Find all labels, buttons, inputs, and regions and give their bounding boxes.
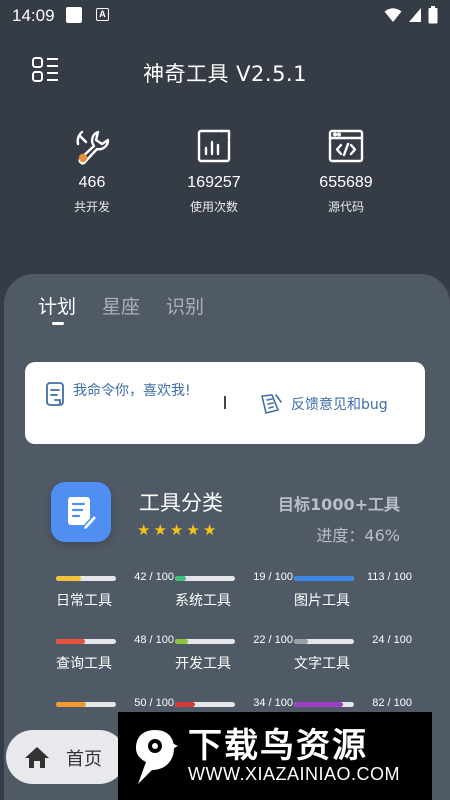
category-name: 系统工具: [175, 593, 231, 609]
progress-bar: [56, 639, 116, 644]
watermark-title: 下载鸟资源: [188, 726, 368, 766]
progress-bar-fill: [56, 576, 82, 581]
square-icon: [66, 7, 82, 23]
star-icon: ★: [153, 521, 167, 539]
goal-text: 目标1000+工具: [278, 495, 400, 514]
divider: [224, 396, 226, 409]
notice-right-text: 反馈意见和bug: [291, 397, 388, 413]
battery-icon: [428, 6, 438, 24]
home-icon: [25, 747, 49, 768]
progress-bar: [175, 576, 235, 581]
stat-source-code[interactable]: 655689 源代码: [281, 126, 411, 215]
signal-icon: [409, 8, 421, 22]
category-count: 50 / 100: [134, 697, 174, 709]
stat-value: 655689: [319, 174, 373, 191]
bird-logo-icon: [136, 730, 178, 784]
category-name: 图片工具: [294, 593, 350, 609]
progress-bar-fill: [175, 639, 189, 644]
progress-bar-fill: [294, 702, 344, 707]
document-icon: [46, 382, 64, 406]
progress-bar-fill: [56, 639, 85, 644]
progress-bar: [294, 639, 354, 644]
status-bar: 14:09 A: [0, 0, 450, 32]
progress-bar-fill: [56, 702, 86, 707]
app-title: 神奇工具 V2.5.1: [143, 62, 307, 86]
nav-home[interactable]: 首页: [6, 730, 126, 784]
a-icon: A: [96, 8, 109, 21]
wifi-icon: [384, 8, 402, 22]
progress-bar: [56, 576, 116, 581]
stat-value: 466: [78, 174, 106, 191]
category-count: 24 / 100: [372, 634, 412, 646]
stat-label: 共开发: [73, 200, 110, 214]
category-title: 工具分类: [139, 491, 223, 515]
star-icon: ★: [137, 521, 151, 539]
category-count: 82 / 100: [372, 697, 412, 709]
star-icon: ★: [186, 521, 200, 539]
home-label: 首页: [66, 749, 102, 770]
rating-stars: ★ ★ ★ ★ ★: [137, 521, 216, 539]
category-count: 48 / 100: [134, 634, 174, 646]
progress-bar: [175, 639, 235, 644]
progress-bar: [56, 702, 116, 707]
stat-label: 使用次数: [189, 200, 238, 214]
tab-plan[interactable]: 计划: [38, 292, 76, 319]
star-icon: ★: [169, 521, 184, 539]
progress-bar: [175, 702, 235, 707]
feedback-link[interactable]: 反馈意见和bug: [259, 392, 388, 416]
category-count: 42 / 100: [134, 571, 174, 583]
progress-bar: [294, 702, 354, 707]
progress-bar-fill: [175, 702, 196, 707]
stat-usage[interactable]: 169257 使用次数: [149, 126, 279, 215]
tab-constellation[interactable]: 星座: [102, 292, 140, 319]
stat-developed[interactable]: 466 共开发: [27, 126, 157, 215]
stat-value: 169257: [187, 174, 241, 191]
status-time: 14:09: [12, 6, 55, 25]
watermark: 下载鸟资源 WWW.XIAZAINIAO.COM: [118, 712, 432, 800]
tab-recognize[interactable]: 识别: [166, 292, 204, 319]
category-name: 日常工具: [56, 593, 112, 609]
status-icons: [384, 6, 438, 24]
feedback-icon: [261, 394, 282, 414]
top-bar: 神奇工具 V2.5.1: [0, 48, 450, 96]
progress-bar-fill: [294, 639, 309, 644]
category-count: 22 / 100: [253, 634, 293, 646]
tab-indicator: [52, 322, 64, 325]
progress-bar-fill: [294, 576, 354, 581]
stat-label: 源代码: [327, 200, 364, 214]
notice-card: 我命令你，喜欢我! 反馈意见和bug: [25, 362, 425, 444]
progress-bar: [294, 576, 354, 581]
category-count: 34 / 100: [253, 697, 293, 709]
category-count: 113 / 100: [366, 571, 412, 583]
category-name: 文字工具: [294, 656, 350, 672]
like-me-link[interactable]: 我命令你，喜欢我!: [45, 380, 193, 408]
wrench-icon: [76, 130, 110, 165]
progress-bar-fill: [175, 576, 187, 581]
tab-bar: 计划 星座 识别: [38, 292, 230, 319]
category-icon: [51, 482, 111, 542]
notice-left-text: 我命令你，喜欢我!: [73, 383, 191, 399]
code-icon: [328, 129, 364, 163]
category-name: 开发工具: [175, 656, 231, 672]
progress-text: 进度：46%: [316, 526, 400, 545]
star-icon: ★: [202, 521, 217, 539]
chart-icon: [197, 129, 231, 163]
category-name: 查询工具: [56, 656, 112, 672]
category-count: 19 / 100: [253, 571, 293, 583]
watermark-url: WWW.XIAZAINIAO.COM: [188, 764, 400, 784]
